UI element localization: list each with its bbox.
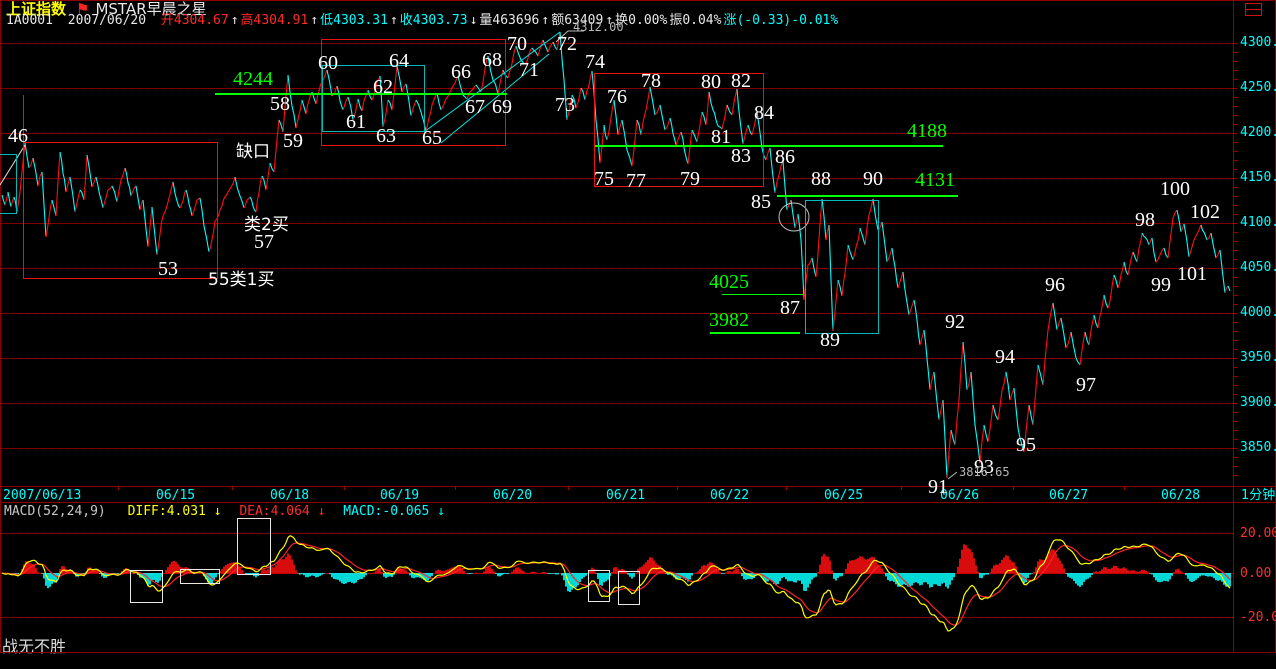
wave-number-label: 65 — [422, 128, 442, 148]
wave-number-label: 88 — [811, 169, 831, 189]
wave-number-label: 101 — [1177, 264, 1207, 284]
wave-number-label: 64 — [389, 51, 409, 71]
level-line — [777, 195, 958, 197]
macd-highlight-box — [618, 571, 640, 605]
level-price-label: 3982 — [709, 310, 749, 330]
wave-number-label: 59 — [283, 131, 303, 151]
level-price-label: 4131 — [915, 170, 955, 190]
wave-number-label: 61 — [346, 112, 366, 132]
wave-number-label: 73 — [555, 95, 575, 115]
wave-number-label: 79 — [680, 169, 700, 189]
wave-number-label: 92 — [945, 312, 965, 332]
level-price-label: 4025 — [709, 272, 749, 292]
wave-number-label: 77 — [626, 171, 646, 191]
wave-number-label: 60 — [318, 53, 338, 73]
wave-number-label: 69 — [492, 97, 512, 117]
wave-number-label: 70 — [507, 34, 527, 54]
wave-number-label: 90 — [863, 169, 883, 189]
level-line — [722, 294, 803, 295]
level-price-label: 4188 — [907, 121, 947, 141]
wave-number-label: 84 — [754, 103, 774, 123]
wave-number-label: 97 — [1076, 375, 1096, 395]
wave-number-label: 46 — [8, 126, 28, 146]
chart-annotation: 类2买 — [244, 217, 289, 234]
wave-number-label: 95 — [1016, 435, 1036, 455]
wave-number-label: 57 — [254, 232, 274, 252]
macd-highlight-box — [180, 569, 220, 584]
level-line — [215, 93, 507, 95]
wave-number-label: 75 — [594, 169, 614, 189]
level-price-label: 4244 — [233, 69, 273, 89]
chart-annotation: 缺口 — [236, 144, 270, 161]
chart-annotation: 55类1买 — [208, 272, 274, 289]
wave-number-label: 86 — [775, 147, 795, 167]
wave-number-label: 87 — [780, 298, 800, 318]
wave-number-label: 53 — [158, 259, 178, 279]
macd-highlight-box — [237, 518, 271, 575]
wave-number-label: 91 — [928, 477, 948, 497]
wave-number-label: 98 — [1135, 210, 1155, 230]
macd-highlight-box — [588, 570, 610, 602]
wave-number-label: 66 — [451, 62, 471, 82]
macd-highlight-box — [130, 570, 163, 603]
wave-number-label: 102 — [1190, 202, 1220, 222]
wave-number-label: 96 — [1045, 275, 1065, 295]
level-line — [595, 145, 943, 147]
wave-number-label: 100 — [1160, 179, 1190, 199]
wave-number-label: 85 — [751, 192, 771, 212]
wave-number-label: 94 — [995, 347, 1015, 367]
wave-number-label: 58 — [270, 94, 290, 114]
wave-number-label: 78 — [641, 71, 661, 91]
wave-box-cyan — [0, 154, 17, 214]
extreme-value-label: 4312.00 — [573, 21, 624, 33]
wave-number-label: 82 — [731, 71, 751, 91]
wave-number-label: 76 — [607, 87, 627, 107]
wave-number-label: 74 — [585, 52, 605, 72]
wave-number-label: 83 — [731, 146, 751, 166]
wave-number-label: 67 — [465, 97, 485, 117]
wave-number-label: 63 — [376, 126, 396, 146]
wave-number-label: 68 — [482, 50, 502, 70]
level-line — [710, 332, 800, 334]
wave-number-label: 81 — [711, 127, 731, 147]
wave-number-label: 71 — [519, 60, 539, 80]
wave-number-label: 72 — [557, 34, 577, 54]
wave-box-red — [23, 142, 218, 279]
wave-box-cyan — [805, 200, 879, 334]
wave-number-label: 89 — [820, 330, 840, 350]
extreme-value-label: 3816.65 — [959, 466, 1010, 478]
trading-app-window: { "header": { "index_name": "上证指数", "fla… — [0, 0, 1276, 669]
wave-number-label: 80 — [701, 72, 721, 92]
wave-number-label: 99 — [1151, 275, 1171, 295]
wave-number-label: 62 — [373, 77, 393, 97]
